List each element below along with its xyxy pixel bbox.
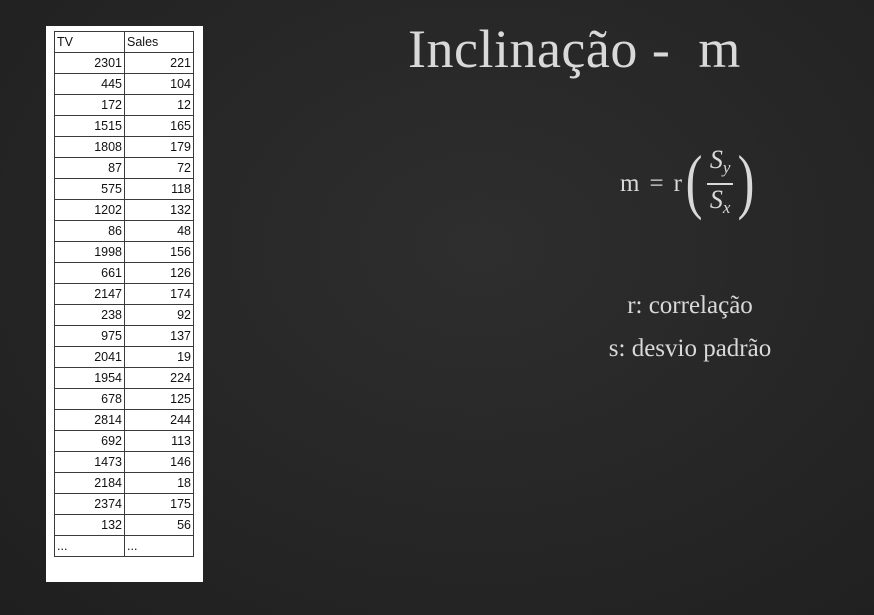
cell-tv: 132: [54, 514, 125, 536]
cell-sales: 221: [124, 52, 194, 74]
table-row: 2147 174: [54, 283, 194, 305]
cell-sales: 174: [124, 283, 194, 305]
cell-tv: 445: [54, 73, 125, 95]
legend-correlation: r: correlação: [627, 292, 753, 319]
cell-tv: 1998: [54, 241, 125, 263]
cell-tv: 678: [54, 388, 125, 410]
cell-sales: 244: [124, 409, 194, 431]
table-row: 86 48: [54, 220, 194, 242]
cell-ellipsis: ...: [54, 535, 125, 557]
cell-sales: 92: [124, 304, 194, 326]
formula-fraction: Sy Sx: [706, 145, 734, 223]
cell-sales: 165: [124, 115, 194, 137]
cell-sales: 56: [124, 514, 194, 536]
table-row: 2301 221: [54, 52, 194, 74]
column-header-tv: TV: [54, 31, 125, 53]
cell-tv: 2041: [54, 346, 125, 368]
cell-sales: 224: [124, 367, 194, 389]
cell-tv: 1954: [54, 367, 125, 389]
table-row: 661 126: [54, 262, 194, 284]
table-row: 132 56: [54, 514, 194, 536]
table-row: 575 118: [54, 178, 194, 200]
formula-denominator: Sx: [709, 184, 731, 217]
table-row: 2374 175: [54, 493, 194, 515]
table-row: 975 137: [54, 325, 194, 347]
cell-sales: 137: [124, 325, 194, 347]
cell-tv: 2147: [54, 283, 125, 305]
table-row: 238 92: [54, 304, 194, 326]
formula-r: r: [673, 170, 682, 197]
formula-equals: =: [649, 170, 664, 197]
cell-tv: 1473: [54, 451, 125, 473]
table-row: 1954 224: [54, 367, 194, 389]
cell-sales: 126: [124, 262, 194, 284]
cell-sales: 118: [124, 178, 194, 200]
data-table: TV Sales 2301 221 445 104 172 12 1515 165 1808 17…: [54, 31, 194, 557]
slide: TV Sales 2301 221 445 104 172 12 1515 165 1808 17…: [0, 0, 874, 615]
cell-tv: 1808: [54, 136, 125, 158]
table-row: 87 72: [54, 157, 194, 179]
slide-title: Inclinação - m: [408, 19, 741, 79]
table-row: 2041 19: [54, 346, 194, 368]
table-body: 2301 221 445 104 172 12 1515 165 1808 179 87 72 575 1…: [54, 52, 194, 557]
formula-close-paren: ): [738, 141, 755, 221]
cell-sales: 132: [124, 199, 194, 221]
formula-lhs: m: [620, 170, 640, 197]
table-row: 2184 18: [54, 472, 194, 494]
cell-sales: 104: [124, 73, 194, 95]
cell-tv: 2814: [54, 409, 125, 431]
cell-sales: 48: [124, 220, 194, 242]
table-row: 692 113: [54, 430, 194, 452]
cell-tv: 2184: [54, 472, 125, 494]
data-table-image: TV Sales 2301 221 445 104 172 12 1515 165 1808 17…: [46, 26, 203, 582]
formula-legend: r: correlação s: desvio padrão: [560, 284, 820, 370]
cell-sales: 12: [124, 94, 194, 116]
cell-sales: 19: [124, 346, 194, 368]
cell-tv: 2374: [54, 493, 125, 515]
cell-sales: 125: [124, 388, 194, 410]
cell-tv: 172: [54, 94, 125, 116]
formula-open-paren: (: [685, 141, 703, 221]
table-row: 2814 244: [54, 409, 194, 431]
slope-formula: m = r ( Sy Sx ): [620, 142, 758, 226]
formula-numerator: Sy: [709, 145, 731, 178]
cell-sales: 175: [124, 493, 194, 515]
table-row: 1998 156: [54, 241, 194, 263]
cell-tv: 1515: [54, 115, 125, 137]
cell-tv: 238: [54, 304, 125, 326]
table-row: 1473 146: [54, 451, 194, 473]
cell-sales: 156: [124, 241, 194, 263]
cell-sales: 113: [124, 430, 194, 452]
legend-std-dev: s: desvio padrão: [608, 335, 772, 362]
cell-ellipsis: ...: [124, 535, 194, 557]
table-header-row: TV Sales: [54, 31, 194, 53]
table-row: 172 12: [54, 94, 194, 116]
cell-sales: 18: [124, 472, 194, 494]
cell-tv: 87: [54, 157, 125, 179]
cell-tv: 975: [54, 325, 125, 347]
cell-sales: 179: [124, 136, 194, 158]
cell-tv: 86: [54, 220, 125, 242]
table-row: 678 125: [54, 388, 194, 410]
column-header-sales: Sales: [124, 31, 194, 53]
cell-sales: 72: [124, 157, 194, 179]
table-row: 445 104: [54, 73, 194, 95]
table-row: 1515 165: [54, 115, 194, 137]
cell-tv: 661: [54, 262, 125, 284]
cell-tv: 1202: [54, 199, 125, 221]
table-row: 1202 132: [54, 199, 194, 221]
cell-tv: 575: [54, 178, 125, 200]
table-row-ellipsis: ......: [54, 535, 194, 557]
cell-tv: 692: [54, 430, 125, 452]
cell-sales: 146: [124, 451, 194, 473]
table-row: 1808 179: [54, 136, 194, 158]
cell-tv: 2301: [54, 52, 125, 74]
